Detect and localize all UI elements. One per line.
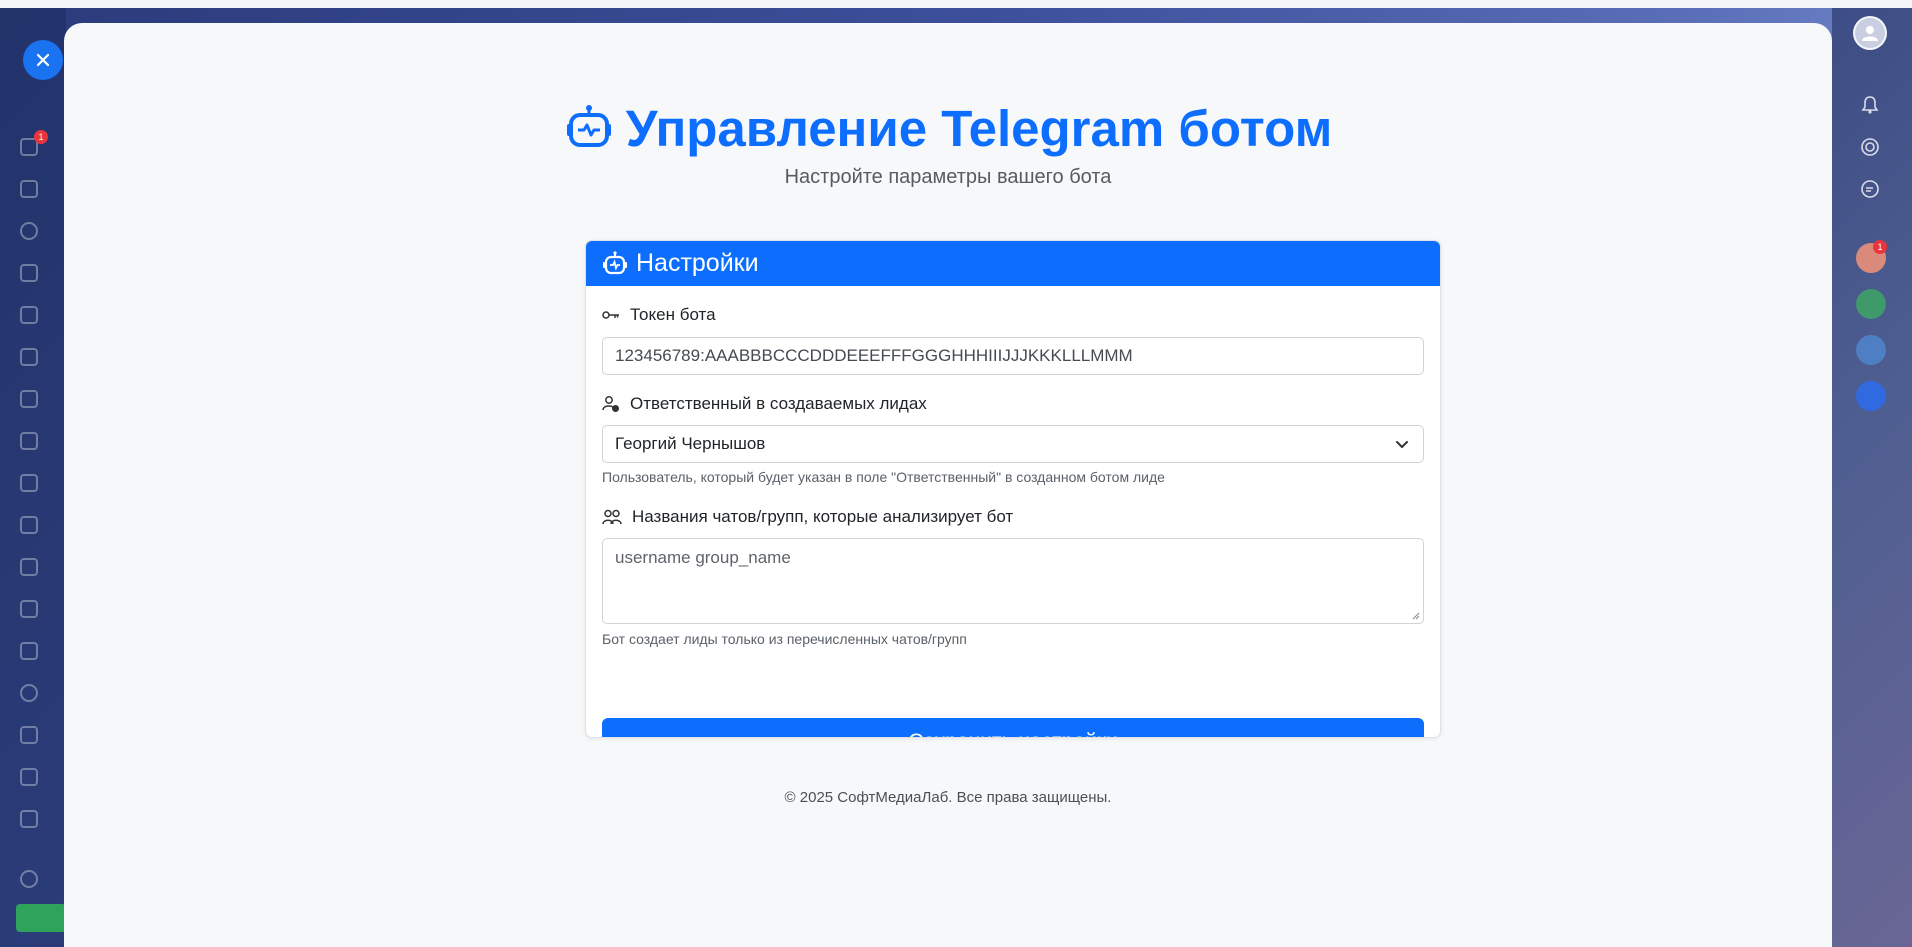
cart-icon[interactable] — [20, 726, 38, 744]
spiral-icon — [1861, 138, 1879, 156]
close-icon — [36, 53, 50, 67]
pen-icon[interactable] — [20, 810, 38, 828]
settings-card: Настройки Токен бота 123456789:AAABBBCCC… — [585, 240, 1441, 738]
save-settings-button[interactable]: Сохранить настройки — [602, 718, 1424, 737]
notification-button[interactable] — [1855, 90, 1885, 120]
people-icon — [602, 509, 622, 525]
responsible-label: Ответственный в создаваемых лидах — [602, 394, 927, 414]
app-icon-green[interactable] — [1856, 289, 1886, 319]
chats-label: Названия чатов/групп, которые анализируе… — [602, 507, 1013, 527]
key-icon — [602, 311, 619, 319]
card-title: Настройки — [636, 249, 759, 277]
responsible-label-text: Ответственный в создаваемых лидах — [630, 394, 927, 413]
nav-icon-6[interactable] — [20, 642, 38, 660]
main-panel: Управление Telegram ботом Настройте пара… — [64, 23, 1832, 947]
contact-badge: 1 — [1873, 240, 1887, 254]
document-icon[interactable] — [20, 306, 38, 324]
bookmark-icon[interactable] — [1856, 381, 1886, 411]
nav-icon-5[interactable] — [20, 600, 38, 618]
resize-handle-icon[interactable] — [1412, 612, 1420, 620]
footer-copyright: © 2025 СофтМедиаЛаб. Все права защищены. — [784, 789, 1112, 806]
settings-icon[interactable] — [20, 870, 38, 888]
nav-icon-1[interactable] — [20, 180, 38, 198]
close-button[interactable] — [23, 40, 63, 80]
left-green-button[interactable] — [16, 904, 66, 932]
calendar-icon[interactable] — [20, 264, 38, 282]
user-avatar[interactable] — [1853, 16, 1887, 50]
robot-icon — [566, 104, 611, 147]
responsible-selected: Георгий Чернышов — [615, 434, 766, 453]
responsible-select[interactable]: Георгий Чернышов — [602, 425, 1424, 463]
target-icon[interactable] — [20, 684, 38, 702]
chats-help: Бот создает лиды только из перечисленных… — [602, 631, 967, 647]
card-header: Настройки — [586, 241, 1440, 286]
app-icon-chat[interactable] — [1856, 335, 1886, 365]
chevron-down-icon — [1396, 441, 1408, 448]
page-title: Управление Telegram ботом — [64, 99, 1832, 158]
responsible-help: Пользователь, который будет указан в пол… — [602, 469, 1165, 485]
person-badge-icon — [602, 396, 619, 412]
left-sidebar: 1 — [0, 8, 66, 947]
nav-icon-4[interactable] — [20, 390, 38, 408]
page-title-text: Управление Telegram ботом — [625, 100, 1333, 157]
search-chat-button[interactable] — [1855, 174, 1885, 204]
filter-icon[interactable] — [20, 558, 38, 576]
token-label: Токен бота — [602, 305, 716, 325]
page-subtitle: Настройте параметры вашего бота — [784, 166, 1112, 188]
browser-top-strip — [0, 0, 1912, 8]
activity-button[interactable] — [1855, 132, 1885, 162]
token-input[interactable]: 123456789:AAABBBCCCDDDEEEFFFGGGHHHIIIJJJ… — [602, 337, 1424, 375]
user-icon — [1862, 26, 1878, 41]
chat-search-icon — [1861, 180, 1879, 198]
people-nav-icon[interactable] — [20, 474, 38, 492]
chats-label-text: Названия чатов/групп, которые анализируе… — [632, 507, 1014, 526]
nav-icon-7[interactable] — [20, 768, 38, 786]
token-value: 123456789:AAABBBCCCDDDEEEFFFGGGHHHIIIJJJ… — [615, 346, 1133, 365]
tasks-icon[interactable] — [20, 516, 38, 534]
chats-textarea[interactable]: username group_name — [602, 538, 1424, 624]
token-label-text: Токен бота — [630, 305, 716, 324]
robot-icon — [603, 250, 627, 274]
mail-icon[interactable] — [20, 432, 38, 450]
chats-placeholder: username group_name — [615, 548, 791, 567]
left-notification-badge: 1 — [34, 130, 48, 144]
nav-icon-2[interactable] — [20, 222, 38, 240]
bell-icon — [1861, 96, 1879, 114]
nav-icon-3[interactable] — [20, 348, 38, 366]
